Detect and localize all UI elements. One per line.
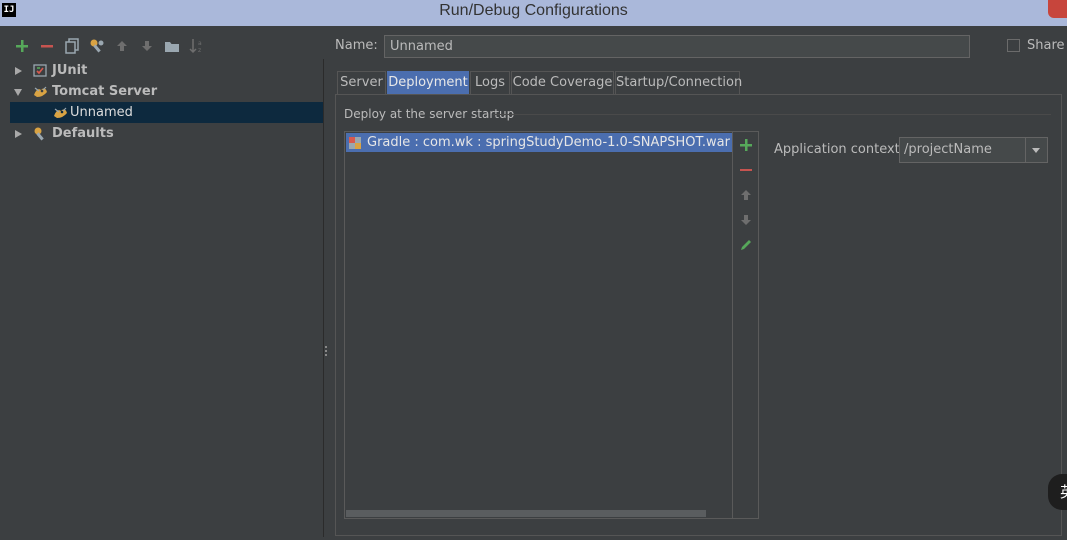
tab-deployment[interactable]: Deployment bbox=[387, 71, 469, 94]
move-down-icon[interactable] bbox=[738, 212, 754, 228]
tomcat-icon bbox=[53, 105, 68, 120]
tomcat-icon bbox=[33, 84, 48, 99]
share-label[interactable]: Share bbox=[1027, 38, 1065, 53]
edit-icon[interactable] bbox=[738, 237, 754, 253]
chevron-down-icon bbox=[1032, 148, 1040, 153]
application-context-value[interactable]: /projectName bbox=[904, 138, 992, 162]
junit-icon bbox=[33, 63, 48, 78]
war-artifact-icon bbox=[348, 136, 362, 150]
tree-item-defaults[interactable]: Defaults bbox=[10, 123, 323, 144]
tree-item-tomcat-server[interactable]: Tomcat Server bbox=[10, 81, 323, 102]
tab-logs[interactable]: Logs bbox=[470, 71, 510, 94]
tree-item-label: Tomcat Server bbox=[52, 84, 158, 99]
svg-text:a: a bbox=[198, 40, 202, 47]
tab-startup-connection[interactable]: Startup/Connection bbox=[615, 71, 742, 94]
collapse-arrow-icon[interactable] bbox=[14, 89, 22, 96]
tree-item-label: JUnit bbox=[52, 63, 88, 78]
artifact-label: Gradle : com.wk : springStudyDemo-1.0-SN… bbox=[367, 135, 732, 150]
ime-indicator[interactable]: 英 bbox=[1048, 474, 1067, 510]
remove-icon[interactable] bbox=[38, 37, 56, 55]
expand-arrow-icon[interactable] bbox=[15, 130, 22, 138]
application-context-label: Application context: bbox=[774, 142, 905, 157]
add-icon[interactable] bbox=[13, 37, 31, 55]
expand-arrow-icon[interactable] bbox=[15, 67, 22, 75]
svg-text:z: z bbox=[198, 47, 201, 54]
close-window-button[interactable] bbox=[1048, 0, 1067, 18]
sort-icon[interactable]: az bbox=[188, 37, 206, 55]
move-down-icon[interactable] bbox=[138, 37, 156, 55]
tree-item-junit[interactable]: JUnit bbox=[10, 60, 323, 81]
folder-icon[interactable] bbox=[163, 37, 181, 55]
horizontal-scrollbar[interactable] bbox=[346, 510, 706, 517]
configuration-tree: JUnit Tomcat Server Unnamed Defaults bbox=[10, 59, 324, 537]
application-context-combobox[interactable]: /projectName bbox=[899, 137, 1048, 163]
copy-icon[interactable] bbox=[63, 37, 81, 55]
section-title: Deploy at the server startup bbox=[344, 107, 515, 121]
remove-icon[interactable] bbox=[738, 162, 754, 178]
artifact-list[interactable]: Gradle : com.wk : springStudyDemo-1.0-SN… bbox=[344, 131, 733, 519]
tree-item-unnamed[interactable]: Unnamed bbox=[10, 102, 323, 123]
share-checkbox[interactable] bbox=[1007, 39, 1020, 52]
name-input[interactable]: Unnamed bbox=[384, 35, 970, 58]
section-separator bbox=[493, 114, 1051, 115]
name-label: Name: bbox=[335, 38, 378, 53]
list-item[interactable]: Gradle : com.wk : springStudyDemo-1.0-SN… bbox=[346, 133, 732, 152]
move-up-icon[interactable] bbox=[113, 37, 131, 55]
window-title: Run/Debug Configurations bbox=[439, 2, 628, 19]
edit-defaults-icon[interactable] bbox=[88, 37, 106, 55]
wrench-icon bbox=[33, 126, 48, 141]
tree-item-label: Unnamed bbox=[70, 105, 133, 120]
tree-item-label: Defaults bbox=[52, 126, 114, 141]
tab-code-coverage[interactable]: Code Coverage bbox=[511, 71, 614, 94]
tab-server[interactable]: Server bbox=[337, 71, 386, 94]
add-icon[interactable] bbox=[738, 137, 754, 153]
artifact-toolbar bbox=[733, 131, 759, 519]
move-up-icon[interactable] bbox=[738, 187, 754, 203]
dropdown-button[interactable] bbox=[1025, 138, 1047, 162]
splitter-handle[interactable] bbox=[325, 346, 327, 358]
